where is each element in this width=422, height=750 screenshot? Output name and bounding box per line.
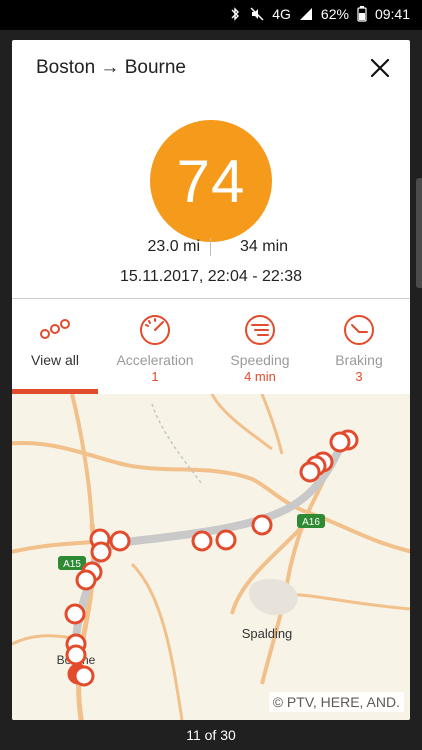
dots-icon: [38, 313, 72, 347]
tab-acceleration[interactable]: Acceleration 1: [98, 299, 212, 394]
trip-title: Boston → Bourne: [36, 57, 186, 78]
network-type: 4G: [272, 6, 291, 22]
road-badge-a16: A16: [297, 514, 325, 528]
battery-icon: [357, 6, 367, 22]
status-bar: 4G 62% 09:41: [0, 0, 422, 30]
map-road: [281, 592, 410, 611]
close-icon: [370, 58, 390, 78]
tab-label: Braking: [335, 352, 383, 368]
tab-braking[interactable]: Braking 3: [308, 299, 410, 394]
stats-divider: [210, 238, 211, 256]
map-road: [12, 540, 93, 554]
speeding-icon: [243, 313, 277, 347]
place-label: Spalding: [242, 626, 293, 641]
bluetooth-icon: [228, 7, 242, 21]
mute-icon: [250, 7, 264, 21]
trip-detail-card: Boston → Bourne 74 23.0 mi 34 min 15.11.…: [12, 40, 410, 720]
trip-distance: 23.0 mi: [147, 238, 200, 255]
map-road: [210, 394, 273, 451]
tab-count: 4 min: [244, 369, 276, 384]
braking-icon: [342, 313, 376, 347]
tab-label: View all: [31, 352, 79, 368]
battery-percent: 62%: [320, 6, 349, 22]
event-tabs: View all Acceleration 1 Speeding 4 min B…: [12, 299, 410, 394]
tab-label: Speeding: [230, 352, 290, 368]
score-badge: 74: [150, 120, 272, 242]
road-label: A16: [302, 517, 320, 528]
town-area: [248, 578, 298, 616]
close-button[interactable]: [366, 54, 394, 82]
scroll-indicator: [416, 178, 422, 288]
tab-label: Acceleration: [116, 352, 194, 368]
status-icons: 4G 62% 09:41: [228, 6, 410, 22]
route-map[interactable]: A16 A15 Spalding Bourne: [12, 394, 410, 720]
map-road: [70, 394, 94, 525]
map-road: [130, 562, 184, 720]
tab-count: 1: [151, 369, 159, 384]
tab-speeding[interactable]: Speeding 4 min: [212, 299, 308, 394]
speedometer-icon: [138, 313, 172, 347]
trip-duration: 34 min: [240, 238, 289, 255]
signal-icon: [299, 7, 313, 21]
clock: 09:41: [374, 6, 410, 22]
trip-stats: 23.0 mi 34 min: [12, 238, 410, 262]
map-railway: [151, 403, 203, 485]
trip-datetime: 15.11.2017, 22:04 - 22:38: [119, 268, 303, 285]
tab-count: 3: [355, 369, 363, 384]
tab-view-all[interactable]: View all: [12, 299, 98, 394]
road-badge-a15: A15: [58, 556, 86, 570]
road-label: A15: [63, 559, 81, 570]
map-attribution: © PTV, HERE, AND.: [268, 692, 404, 712]
map-canvas: A16 A15 Spalding Bourne: [12, 394, 410, 720]
trip-pager: 11 of 30: [186, 727, 236, 743]
route-line: [71, 440, 346, 683]
